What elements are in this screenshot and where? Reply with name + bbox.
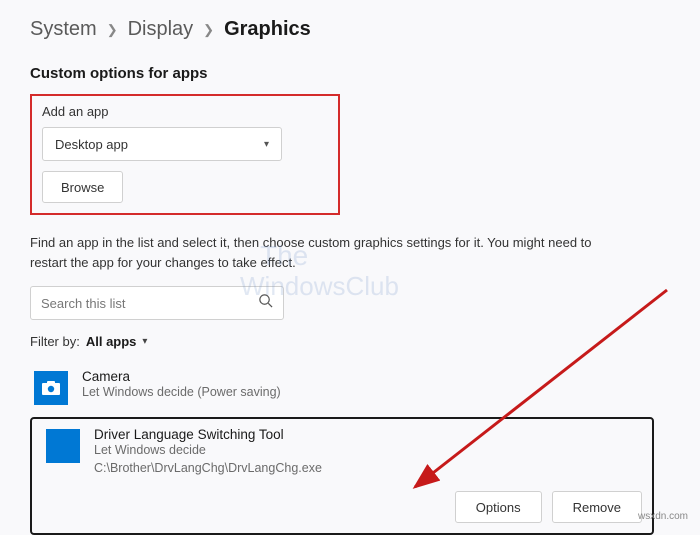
search-box[interactable] xyxy=(30,286,284,320)
add-app-panel: Add an app Desktop app ▾ Browse xyxy=(30,94,340,215)
chevron-right-icon: ❯ xyxy=(107,22,118,38)
filter-label: Filter by: xyxy=(30,334,80,349)
app-desc: Let Windows decide (Power saving) xyxy=(82,384,281,402)
add-app-label: Add an app xyxy=(42,104,328,119)
search-icon xyxy=(258,293,273,313)
search-input[interactable] xyxy=(41,296,258,311)
app-name: Driver Language Switching Tool xyxy=(94,427,322,442)
selected-app-panel: Driver Language Switching Tool Let Windo… xyxy=(30,417,654,535)
section-title: Custom options for apps xyxy=(30,65,670,82)
filter-value: All apps xyxy=(86,334,137,349)
attribution: wsxdn.com xyxy=(638,511,688,522)
breadcrumb: System ❯ Display ❯ Graphics xyxy=(30,18,670,41)
app-path: C:\Brother\DrvLangChg\DrvLangChg.exe xyxy=(94,460,322,478)
app-row-camera[interactable]: Camera Let Windows decide (Power saving) xyxy=(30,363,670,411)
app-type-dropdown[interactable]: Desktop app ▾ xyxy=(42,127,282,161)
chevron-right-icon: ❯ xyxy=(203,22,214,38)
browse-button[interactable]: Browse xyxy=(42,171,123,203)
app-name: Camera xyxy=(82,369,281,384)
app-generic-icon xyxy=(46,429,80,463)
filter-by[interactable]: Filter by: All apps ▾ xyxy=(30,334,670,349)
chevron-down-icon: ▾ xyxy=(264,139,269,150)
app-row-driver[interactable]: Driver Language Switching Tool Let Windo… xyxy=(42,427,642,483)
helper-text: Find an app in the list and select it, t… xyxy=(30,233,620,272)
breadcrumb-system[interactable]: System xyxy=(30,18,97,41)
options-button[interactable]: Options xyxy=(455,491,542,523)
chevron-down-icon: ▾ xyxy=(142,336,147,347)
camera-icon xyxy=(34,371,68,405)
remove-button[interactable]: Remove xyxy=(552,491,642,523)
dropdown-value: Desktop app xyxy=(55,137,128,152)
breadcrumb-display[interactable]: Display xyxy=(128,18,194,41)
app-desc: Let Windows decide xyxy=(94,442,322,460)
breadcrumb-graphics: Graphics xyxy=(224,18,311,41)
